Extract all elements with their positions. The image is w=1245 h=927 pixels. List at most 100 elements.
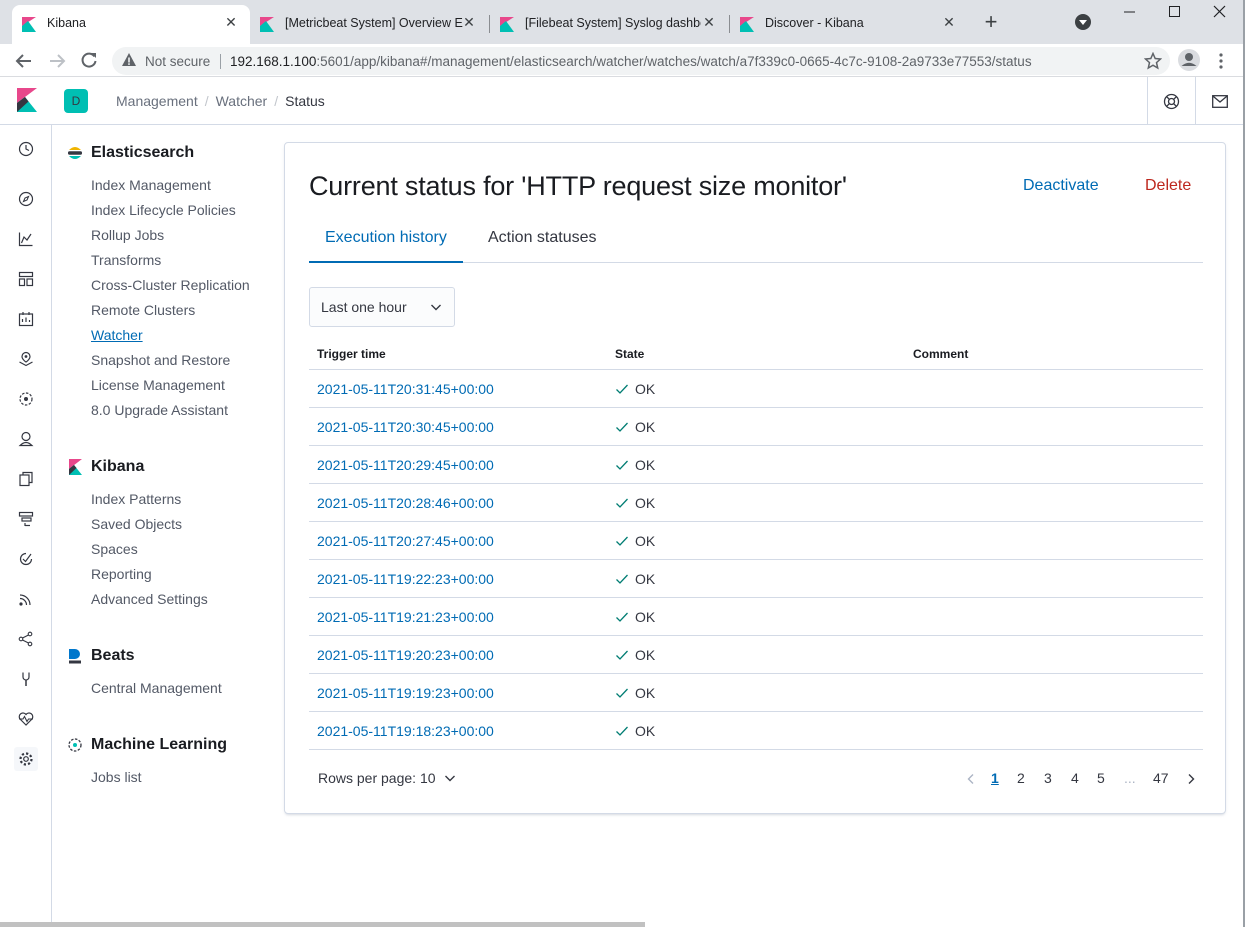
maximize-icon: [1169, 6, 1180, 17]
trigger-time-link[interactable]: 2021-05-11T19:18:23+00:00: [317, 723, 494, 739]
stack-monitoring-icon[interactable]: [14, 707, 38, 731]
page-3[interactable]: 3: [1044, 770, 1052, 786]
trigger-time-link[interactable]: 2021-05-11T19:21:23+00:00: [317, 609, 494, 625]
check-icon: [616, 460, 628, 470]
new-tab-button[interactable]: +: [980, 8, 1002, 36]
minimize-window-button[interactable]: [1107, 0, 1153, 30]
newsfeed-button[interactable]: [1195, 77, 1245, 125]
check-icon: [616, 498, 628, 508]
close-tab-icon[interactable]: ✕: [460, 14, 478, 31]
page-4[interactable]: 4: [1071, 770, 1079, 786]
breadcrumb-management[interactable]: Management: [116, 93, 198, 109]
deactivate-button[interactable]: Deactivate: [1023, 177, 1099, 195]
forward-icon[interactable]: [47, 51, 67, 71]
apm-icon[interactable]: [14, 507, 38, 531]
tab-action-statuses[interactable]: Action statuses: [472, 222, 613, 263]
space-avatar[interactable]: D: [64, 89, 88, 113]
beats-logo-icon: [67, 648, 83, 664]
close-tab-icon[interactable]: ✕: [700, 14, 718, 31]
tab-execution-history[interactable]: Execution history: [309, 222, 463, 263]
column-state[interactable]: State: [615, 347, 644, 361]
page-1[interactable]: 1: [991, 770, 999, 786]
help-button[interactable]: [1147, 77, 1195, 125]
canvas-icon[interactable]: [14, 307, 38, 331]
management-gear-icon[interactable]: [14, 747, 38, 771]
machine-learning-icon[interactable]: [14, 387, 38, 411]
column-trigger-time[interactable]: Trigger time: [317, 347, 386, 361]
sidebar-item-reporting[interactable]: Reporting: [91, 562, 208, 587]
page-47[interactable]: 47: [1153, 770, 1169, 786]
trigger-time-link[interactable]: 2021-05-11T20:28:46+00:00: [317, 495, 494, 511]
watch-status-panel: Current status for 'HTTP request size mo…: [284, 142, 1226, 814]
sidebar-item-index-lifecycle-policies[interactable]: Index Lifecycle Policies: [91, 198, 250, 223]
infrastructure-icon[interactable]: [14, 427, 38, 451]
close-tab-icon[interactable]: ✕: [940, 14, 958, 31]
state-cell: OK: [615, 685, 655, 701]
browser-tab-filebeat[interactable]: [Filebeat System] Syslog dashboa ✕: [490, 5, 728, 44]
maps-icon[interactable]: [14, 347, 38, 371]
trigger-time-link[interactable]: 2021-05-11T20:31:45+00:00: [317, 381, 494, 397]
sidebar-item-transforms[interactable]: Transforms: [91, 248, 250, 273]
reload-icon[interactable]: [79, 50, 99, 70]
recently-viewed-icon[interactable]: [14, 137, 38, 161]
trigger-time-link[interactable]: 2021-05-11T20:27:45+00:00: [317, 533, 494, 549]
table-row: 2021-05-11T20:31:45+00:00 OK: [309, 370, 1203, 408]
sidebar-item-remote-clusters[interactable]: Remote Clusters: [91, 298, 250, 323]
uptime-icon[interactable]: [14, 547, 38, 571]
address-bar[interactable]: Not secure 192.168.1.100:5601/app/kibana…: [112, 47, 1170, 75]
trigger-time-link[interactable]: 2021-05-11T20:29:45+00:00: [317, 457, 494, 473]
profile-avatar-icon[interactable]: [1177, 48, 1201, 72]
delete-button[interactable]: Delete: [1145, 177, 1191, 195]
breadcrumb-watcher[interactable]: Watcher: [216, 93, 268, 109]
maximize-window-button[interactable]: [1151, 0, 1197, 30]
sidebar-item-upgrade-assistant[interactable]: 8.0 Upgrade Assistant: [91, 398, 250, 423]
time-range-select[interactable]: Last one hour: [309, 287, 455, 327]
sidebar-item-license-management[interactable]: License Management: [91, 373, 250, 398]
table-row: 2021-05-11T19:19:23+00:00 OK: [309, 674, 1203, 712]
back-icon[interactable]: [14, 51, 34, 71]
trigger-time-link[interactable]: 2021-05-11T19:20:23+00:00: [317, 647, 494, 663]
sidebar-item-spaces[interactable]: Spaces: [91, 537, 208, 562]
rows-per-page-button[interactable]: Rows per page: 10: [318, 770, 456, 786]
sidebar-item-watcher[interactable]: Watcher: [91, 323, 250, 348]
sidebar-item-cross-cluster-replication[interactable]: Cross-Cluster Replication: [91, 273, 250, 298]
browser-menu-icon[interactable]: [1214, 51, 1228, 71]
page-2[interactable]: 2: [1017, 770, 1025, 786]
dashboard-icon[interactable]: [14, 267, 38, 291]
section-title: Machine Learning: [91, 736, 228, 753]
discover-compass-icon[interactable]: [14, 187, 38, 211]
browser-tab-kibana[interactable]: Kibana ✕: [12, 5, 250, 44]
close-window-button[interactable]: [1197, 0, 1243, 30]
sidebar-item-central-management[interactable]: Central Management: [91, 676, 222, 701]
browser-tab-metricbeat[interactable]: [Metricbeat System] Overview EC ✕: [250, 5, 488, 44]
trigger-time-link[interactable]: 2021-05-11T19:22:23+00:00: [317, 571, 494, 587]
state-cell: OK: [615, 723, 655, 739]
tab-search-icon[interactable]: [1075, 14, 1091, 30]
visualize-chart-icon[interactable]: [14, 227, 38, 251]
siem-icon[interactable]: [14, 587, 38, 611]
execution-history-table: Trigger time State Comment 2021-05-11T20…: [309, 341, 1203, 750]
sidebar-item-rollup-jobs[interactable]: Rollup Jobs: [91, 223, 250, 248]
table-row: 2021-05-11T19:18:23+00:00 OK: [309, 712, 1203, 750]
sidebar-item-advanced-settings[interactable]: Advanced Settings: [91, 587, 208, 612]
sidebar-item-jobs-list[interactable]: Jobs list: [91, 765, 227, 790]
sidebar-item-snapshot-and-restore[interactable]: Snapshot and Restore: [91, 348, 250, 373]
logs-icon[interactable]: [14, 467, 38, 491]
dev-tools-icon[interactable]: [14, 667, 38, 691]
previous-page-icon[interactable]: [965, 773, 977, 785]
browser-tab-discover[interactable]: Discover - Kibana ✕: [730, 5, 968, 44]
horizontal-scrollbar[interactable]: [0, 922, 645, 927]
next-page-icon[interactable]: [1185, 773, 1197, 785]
page-5[interactable]: 5: [1097, 770, 1105, 786]
close-tab-icon[interactable]: ✕: [222, 14, 240, 31]
trigger-time-link[interactable]: 2021-05-11T19:19:23+00:00: [317, 685, 494, 701]
trigger-time-link[interactable]: 2021-05-11T20:30:45+00:00: [317, 419, 494, 435]
kibana-favicon-icon: [22, 17, 36, 32]
sidebar-item-index-management[interactable]: Index Management: [91, 173, 250, 198]
bookmark-star-icon[interactable]: [1144, 52, 1162, 70]
sidebar-item-saved-objects[interactable]: Saved Objects: [91, 512, 208, 537]
graph-icon[interactable]: [14, 627, 38, 651]
column-comment[interactable]: Comment: [913, 347, 968, 361]
kibana-logo-icon[interactable]: [17, 88, 37, 112]
sidebar-item-index-patterns[interactable]: Index Patterns: [91, 487, 208, 512]
